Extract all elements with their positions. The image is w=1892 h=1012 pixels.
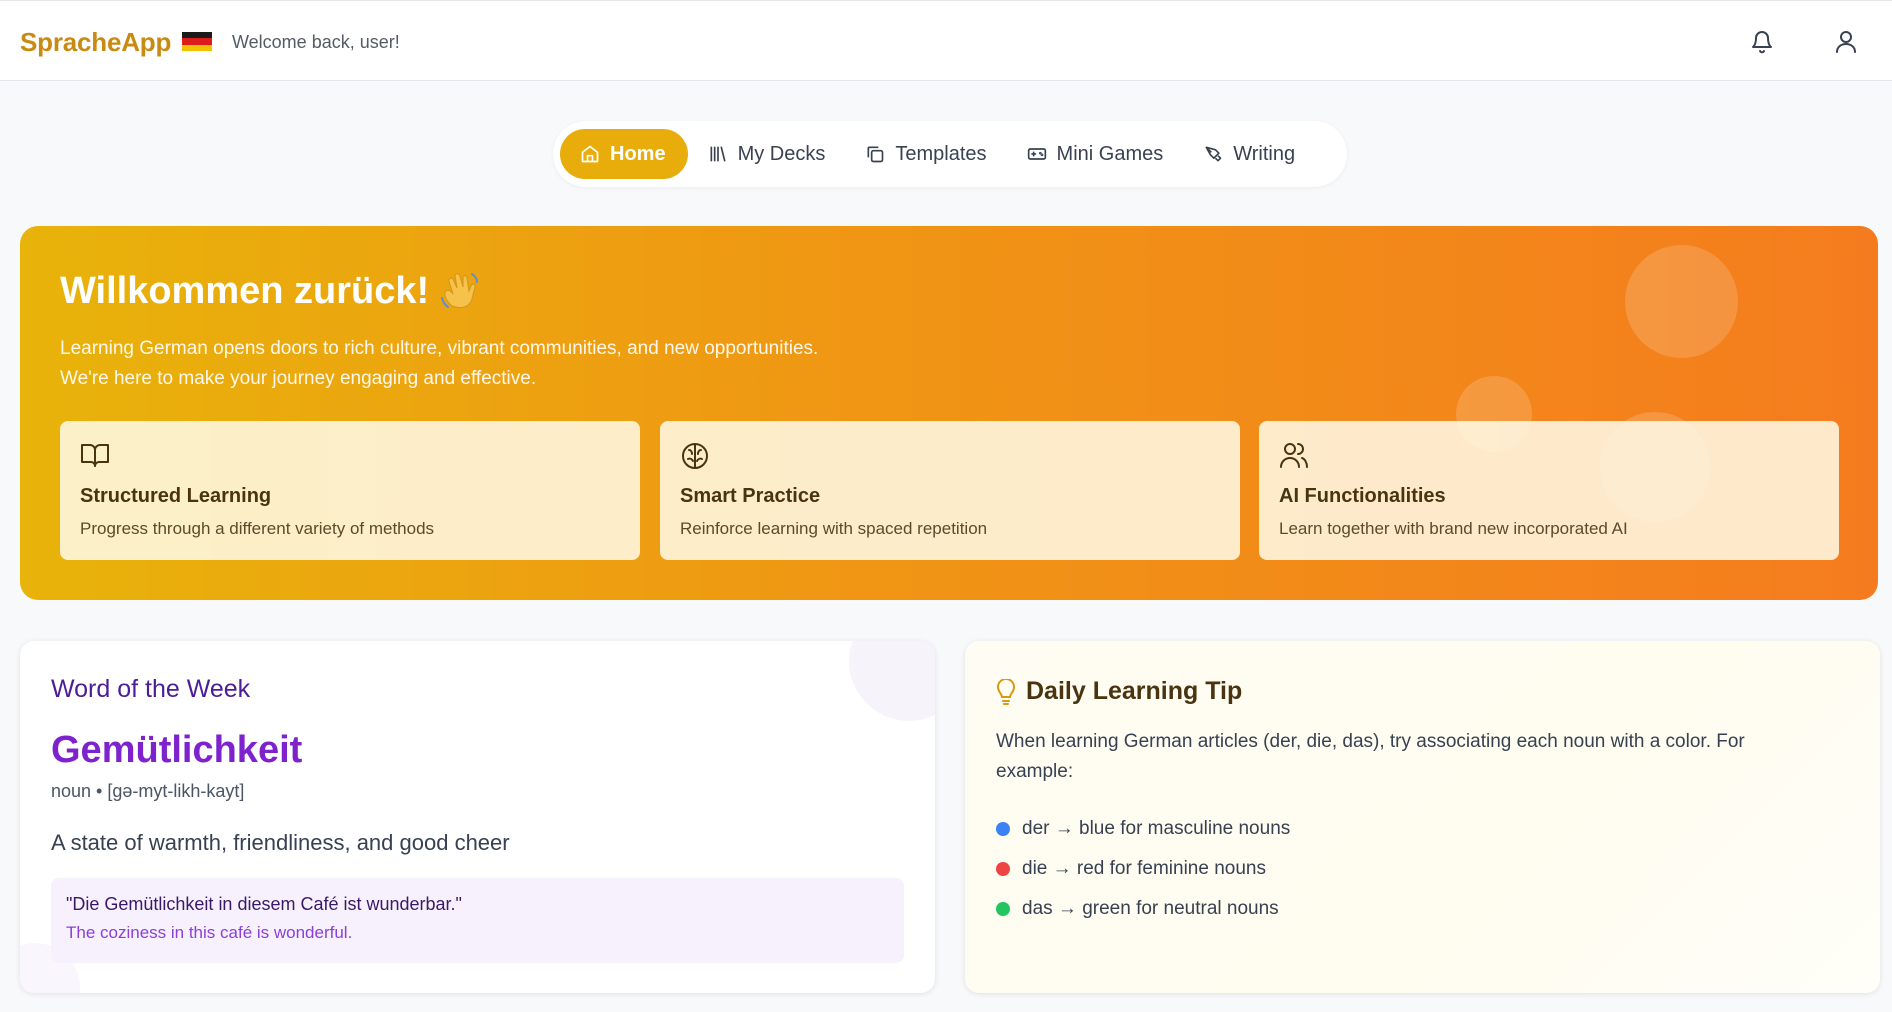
book-open-icon [80, 441, 110, 474]
nav-writing[interactable]: Writing [1183, 129, 1315, 179]
nav-writing-label: Writing [1233, 142, 1296, 165]
users-icon [1279, 441, 1309, 474]
word-example-box: "Die Gemütlichkeit in diesem Café ist wu… [51, 878, 904, 963]
decor-circle [1625, 245, 1738, 358]
list-item: die → red for feminine nouns [996, 849, 1290, 889]
example-english: The coziness in this café is wonderful. [66, 923, 353, 942]
nav-mini-games-label: Mini Games [1056, 142, 1164, 165]
word-definition: A state of warmth, friendliness, and goo… [51, 830, 510, 855]
red-dot-icon [996, 862, 1010, 876]
nav-mini-games[interactable]: Mini Games [1007, 129, 1184, 179]
home-icon [581, 145, 599, 163]
list-item: der → blue for masculine nouns [996, 809, 1290, 849]
hero-title: Willkommen zurück! [60, 270, 430, 312]
blue-dot-icon [996, 822, 1010, 836]
germany-flag-icon [182, 32, 212, 51]
pen-icon [1205, 146, 1222, 162]
waving-hand-icon [438, 268, 484, 319]
word-of-week-heading: Word of the Week [51, 675, 251, 703]
tip-header: Daily Learning Tip [996, 677, 1242, 706]
hero-description: Learning German opens doors to rich cult… [60, 334, 818, 394]
nav-templates-label: Templates [895, 142, 987, 165]
feature-title: AI Functionalities [1279, 485, 1446, 507]
nav-templates[interactable]: Templates [845, 129, 1006, 179]
decor-circle [849, 641, 935, 721]
tip-text: When learning German articles (der, die,… [996, 731, 1745, 782]
hero-banner: Willkommen zurück! Learning German opens… [20, 226, 1878, 600]
bell-icon[interactable] [1745, 25, 1779, 59]
feature-description: Reinforce learning with spaced repetitio… [680, 519, 988, 538]
feature-description: Learn together with brand new incorporat… [1279, 519, 1628, 538]
gamepad-icon [1027, 148, 1046, 160]
nav-home-label: Home [610, 142, 666, 165]
green-dot-icon [996, 902, 1010, 916]
feature-card-ai-functionalities[interactable]: AI Functionalities Learn together with b… [1259, 421, 1839, 560]
tip-item-text: die → red for feminine nouns [1022, 858, 1266, 879]
feature-card-structured-learning[interactable]: Structured Learning Progress through a d… [60, 421, 640, 560]
lightbulb-icon [996, 678, 1016, 705]
user-icon[interactable] [1829, 25, 1863, 59]
nav-my-decks[interactable]: My Decks [688, 129, 846, 179]
feature-title: Structured Learning [80, 485, 272, 507]
word-pronunciation: noun • [gə-myt-likh-kayt] [51, 781, 245, 801]
tip-item-text: das → green for neutral nouns [1022, 898, 1279, 919]
copy-icon [867, 146, 884, 163]
feature-description: Progress through a different variety of … [80, 519, 435, 538]
feature-title: Smart Practice [680, 485, 821, 507]
hero-text-line-2: We're here to make your journey engaging… [60, 368, 537, 389]
list-item: das → green for neutral nouns [996, 889, 1290, 929]
tip-title: Daily Learning Tip [1026, 677, 1243, 705]
nav-home[interactable]: Home [560, 129, 688, 179]
feature-card-smart-practice[interactable]: Smart Practice Reinforce learning with s… [660, 421, 1240, 560]
word-of-the-week-card: Word of the Week Gemütlichkeit noun • [g… [20, 641, 935, 993]
nav-my-decks-label: My Decks [737, 142, 826, 165]
tip-item-text: der → blue for masculine nouns [1022, 818, 1291, 839]
top-header: SpracheApp Welcome back, user! [0, 0, 1892, 81]
app-logo[interactable]: SpracheApp [20, 27, 171, 58]
word-of-week-word: Gemütlichkeit [51, 729, 303, 771]
library-icon [710, 146, 726, 162]
tip-list: der → blue for masculine nouns die → red… [996, 809, 1290, 929]
hero-text-line-1: Learning German opens doors to rich cult… [60, 338, 819, 359]
daily-tip-card: Daily Learning Tip When learning German … [965, 641, 1880, 993]
brain-icon [680, 441, 710, 476]
example-german: "Die Gemütlichkeit in diesem Café ist wu… [66, 894, 462, 914]
main-nav: Home My Decks Templates Mini Games Writi… [553, 121, 1347, 187]
welcome-message: Welcome back, user! [232, 32, 400, 52]
